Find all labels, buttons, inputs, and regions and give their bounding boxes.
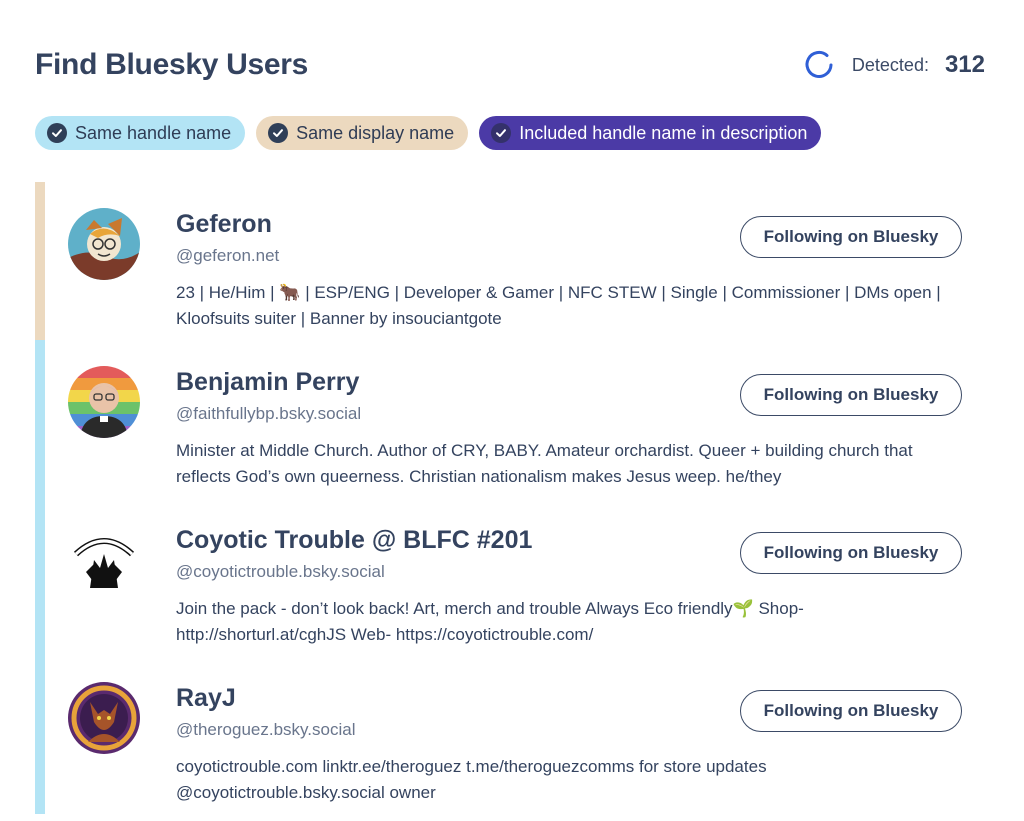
match-indicator [35, 182, 45, 340]
detected-count: 312 [944, 51, 985, 78]
check-circle-icon [491, 123, 512, 143]
list-item: RayJ @theroguez.bsky.social coyotictroub… [35, 656, 985, 814]
user-list: Geferon @geferon.net 23 | He/Him | 🐂 | E… [35, 182, 985, 814]
user-description: coyotictrouble.com linktr.ee/theroguez t… [176, 757, 767, 802]
avatar[interactable] [68, 524, 140, 596]
list-item: Benjamin Perry @faithfullybp.bsky.social… [35, 340, 985, 498]
user-display-name: RayJ [176, 684, 236, 712]
avatar[interactable] [68, 366, 140, 438]
check-circle-icon [268, 123, 289, 143]
avatar[interactable] [68, 208, 140, 280]
avatar[interactable] [68, 682, 140, 754]
user-display-name: Geferon [176, 210, 272, 238]
detection-status: Detected: 312 [804, 50, 985, 80]
user-handle: @faithfullybp.bsky.social [176, 404, 362, 423]
filter-same-display-name[interactable]: Same display name [256, 116, 469, 150]
following-button[interactable]: Following on Bluesky [740, 532, 962, 574]
user-description: Join the pack - don’t look back! Art, me… [176, 599, 804, 644]
loading-spinner-icon [805, 50, 833, 78]
filter-label: Same display name [296, 122, 455, 143]
following-button[interactable]: Following on Bluesky [740, 216, 962, 258]
match-indicator [35, 498, 45, 656]
filter-handle-in-description[interactable]: Included handle name in description [479, 116, 822, 150]
filter-label: Same handle name [75, 122, 232, 143]
match-indicator [35, 656, 45, 814]
user-description: Minister at Middle Church. Author of CRY… [176, 441, 913, 486]
check-circle-icon [47, 123, 67, 143]
user-display-name: Benjamin Perry [176, 368, 360, 396]
filter-same-handle-name[interactable]: Same handle name [35, 116, 246, 150]
filter-chips: Same handle name Same display name Inclu… [35, 116, 822, 150]
header: Find Bluesky Users Detected: 312 [35, 40, 985, 90]
following-button[interactable]: Following on Bluesky [740, 374, 962, 416]
following-button[interactable]: Following on Bluesky [740, 690, 962, 732]
filter-label: Included handle name in description [519, 122, 808, 143]
match-indicator [35, 340, 45, 498]
page-title: Find Bluesky Users [35, 48, 309, 81]
detected-label: Detected: [851, 54, 929, 75]
list-item: Coyotic Trouble @ BLFC #201 @coyotictrou… [35, 498, 985, 656]
user-handle: @theroguez.bsky.social [176, 720, 356, 739]
list-item: Geferon @geferon.net 23 | He/Him | 🐂 | E… [35, 182, 985, 340]
user-display-name: Coyotic Trouble @ BLFC #201 [176, 526, 533, 554]
user-description: 23 | He/Him | 🐂 | ESP/ENG | Developer & … [176, 283, 941, 328]
user-handle: @geferon.net [176, 246, 280, 265]
user-handle: @coyotictrouble.bsky.social [176, 562, 385, 581]
